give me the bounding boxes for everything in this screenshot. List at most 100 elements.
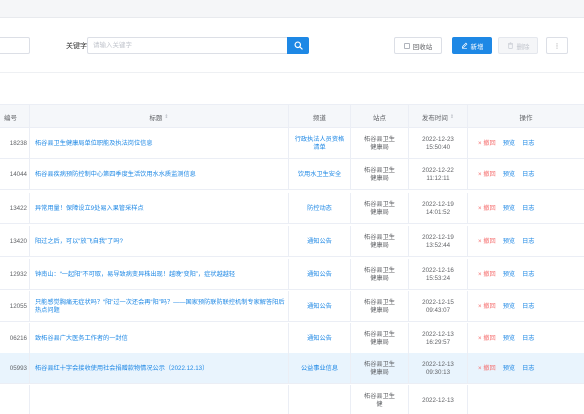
row-title-link[interactable]: 阳过之后，可以“放飞自我”了吗? [30,226,289,257]
row-channel-link[interactable]: 通知公告 [289,259,351,290]
row-channel-link[interactable]: 行政执法人员资格清单 [289,128,351,159]
pencil-icon [461,42,467,49]
row-id: 13422 [0,193,30,224]
new-button[interactable]: 新增 [452,37,492,54]
recall-button[interactable]: × 撤回 [478,171,496,179]
trash-icon [507,42,513,49]
keyword-input[interactable] [87,37,287,54]
row-clock: 15:50:40 [425,143,451,151]
log-button[interactable]: 日志 [522,303,534,311]
preview-button[interactable]: 预览 [503,140,515,148]
row-id: 05993 [0,353,30,384]
row-date: 2022-12-19 [422,233,454,241]
preview-button[interactable]: 预览 [503,171,515,179]
sort-icon: ⇕ [164,114,169,120]
table-header: 编号 标题 ⇕ 频道 站点 发布时间 ⇕ 操作 [0,104,584,129]
row-date: 2022-12-13 [422,330,454,338]
recall-button[interactable]: × 撤回 [478,365,496,373]
row-title-link[interactable]: 柘谷县红十字会接收使用社会捐赠款物情况公示（2022.12.13） [30,353,289,384]
row-title-link[interactable]: 钟南山：“一起阳”不可取，易导致病变异株出现！越晚“变阳”，症状越越轻 [30,259,289,290]
table-row: 12932 钟南山：“一起阳”不可取，易导致病变异株出现！越晚“变阳”，症状越越轻… [0,259,584,290]
row-site: 柘谷县卫生健 [351,385,409,414]
row-site: 柘谷县卫生健康局 [351,291,409,322]
row-title-link[interactable]: 致柘谷县广大医务工作者的一封信 [30,323,289,354]
recall-button[interactable]: × 撤回 [478,238,496,246]
recycle-bin-label: 回收站 [412,43,433,51]
row-clock: 14:01:52 [425,208,451,216]
row-date: 2022-12-22 [422,166,454,174]
row-clock: 15:53:24 [425,274,451,282]
row-channel-link[interactable]: 防控动态 [289,193,351,224]
log-button[interactable]: 日志 [522,335,534,343]
log-button[interactable]: 日志 [522,171,534,179]
row-channel-link[interactable]: 公益事业信息 [289,353,351,384]
recall-button[interactable]: × 撤回 [478,205,496,213]
row-channel-link[interactable]: 饮用水卫生安全 [289,159,351,190]
row-title-link[interactable]: 柘谷县卫生健康局单位职能及执法岗位信息 [30,128,289,159]
row-title-link[interactable]: 柘谷县疾病预防控制中心第四季度生活饮用水水质监测信息 [30,159,289,190]
row-time: 2022-12-13 16:29:57 [409,323,468,354]
row-channel-link[interactable]: 通知公告 [289,291,351,322]
preview-button[interactable]: 预览 [503,303,515,311]
more-button[interactable]: ⋮ [546,37,568,54]
left-filter-input[interactable] [0,37,30,54]
header-title[interactable]: 标题 ⇕ [30,105,289,129]
row-actions: × 撤回 预览 日志 [468,323,584,354]
row-actions: × 撤回 预览 日志 [468,128,584,159]
preview-button[interactable]: 预览 [503,205,515,213]
sort-icon: ⇕ [449,114,455,120]
row-actions: × 撤回 预览 日志 [468,291,584,322]
preview-button[interactable]: 预览 [503,335,515,343]
row-title-link[interactable] [30,385,289,414]
header-id[interactable]: 编号 [0,105,30,129]
row-id: 06216 [0,323,30,354]
row-title-link[interactable]: 只能感觉胸痛无症状吗？“阳”过一次还会再“阳”吗？——国家预防联防联控机制专家解… [30,291,289,322]
row-time: 2022-12-23 15:50:40 [409,128,468,159]
row-site: 柘谷县卫生健康局 [351,226,409,257]
table-row: 05993 柘谷县红十字会接收使用社会捐赠款物情况公示（2022.12.13） 公益… [0,353,584,384]
recall-button[interactable]: × 撤回 [478,303,496,311]
log-button[interactable]: 日志 [522,271,534,279]
table-row: 06216 致柘谷县广大医务工作者的一封信 通知公告 柘谷县卫生健康局 2022-12-… [0,323,584,354]
row-clock: 13:52:44 [425,241,451,249]
log-button[interactable]: 日志 [522,205,534,213]
row-site: 柘谷县卫生健康局 [351,128,409,159]
recall-button[interactable]: × 撤回 [478,140,496,148]
row-time: 2022-12-16 15:53:24 [409,259,468,290]
recall-button[interactable]: × 撤回 [478,271,496,279]
log-button[interactable]: 日志 [522,140,534,148]
search-button[interactable] [287,37,309,54]
recycle-bin-button[interactable]: 回收站 [394,37,442,54]
row-clock: 09:43:07 [425,306,451,314]
row-channel-link[interactable]: 通知公告 [289,323,351,354]
row-channel-link[interactable]: 通知公告 [289,226,351,257]
recall-button[interactable]: × 撤回 [478,335,496,343]
row-site: 柘谷县卫生健康局 [351,323,409,354]
row-actions: × 撤回 预览 日志 [468,259,584,290]
row-date: 2022-12-19 [422,200,454,208]
log-button[interactable]: 日志 [522,365,534,373]
table-row: 12055 只能感觉胸痛无症状吗？“阳”过一次还会再“阳”吗？——国家预防联防联控… [0,291,584,322]
row-actions: × 撤回 预览 日志 [468,353,584,384]
delete-button-label: 删除 [516,43,530,51]
preview-button[interactable]: 预览 [503,238,515,246]
table-row: 柘谷县卫生健 2022-12-13 [0,385,584,414]
row-clock: 09:30:13 [425,368,451,376]
row-time: 2022-12-13 [409,385,468,414]
keyword-label: 关键字: [66,43,89,50]
header-site: 站点 [351,105,409,129]
row-site: 柘谷县卫生健康局 [351,259,409,290]
log-button[interactable]: 日志 [522,238,534,246]
row-date: 2022-12-13 [422,396,454,404]
row-id: 14044 [0,159,30,190]
row-title-link[interactable]: 异常用量！保障设立9处易入果管采样点 [30,193,289,224]
row-time: 2022-12-19 13:52:44 [409,226,468,257]
header-time[interactable]: 发布时间 ⇕ [409,105,468,129]
preview-button[interactable]: 预览 [503,365,515,373]
row-actions [468,385,584,414]
delete-button[interactable]: 删除 [498,37,538,54]
preview-button[interactable]: 预览 [503,271,515,279]
row-channel-link[interactable] [289,385,351,414]
row-id: 13420 [0,226,30,257]
table-row: 18238 柘谷县卫生健康局单位职能及执法岗位信息 行政执法人员资格清单 柘谷县卫生健… [0,128,584,159]
